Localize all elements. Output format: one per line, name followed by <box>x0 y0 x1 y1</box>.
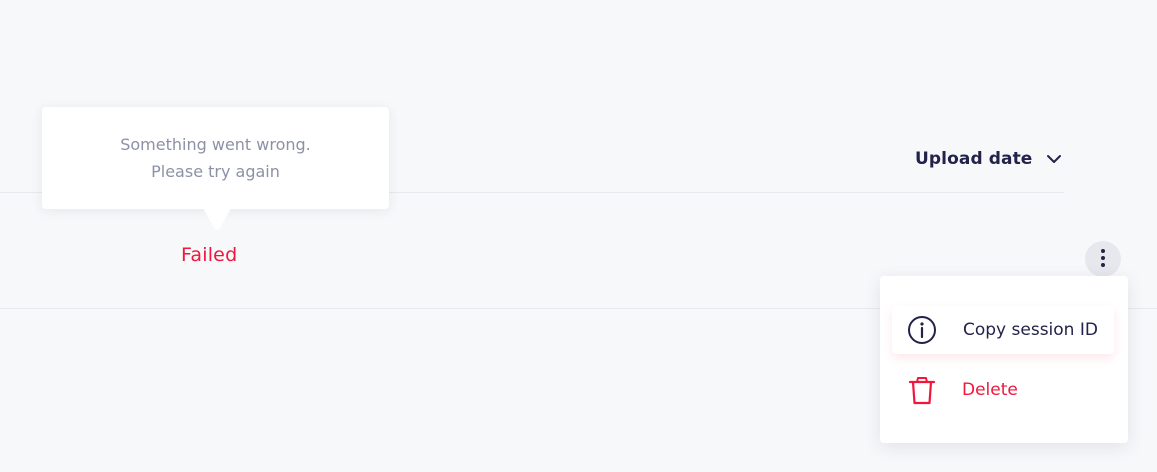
row-actions-menu: Copy session ID Delete <box>880 276 1128 443</box>
tooltip-message-line-2: Please try again <box>151 162 280 181</box>
status-failed-label[interactable]: Failed <box>181 244 237 266</box>
tooltip-arrow <box>203 208 231 230</box>
kebab-menu-icon <box>1101 249 1105 267</box>
delete-label: Delete <box>962 380 1018 400</box>
chevron-down-icon <box>1047 155 1062 163</box>
row-actions-button[interactable] <box>1085 241 1121 277</box>
delete-menu-item[interactable]: Delete <box>892 366 1114 414</box>
error-tooltip: Something went wrong. Please try again <box>42 107 389 230</box>
sort-label: Upload date <box>915 149 1033 169</box>
sort-by-upload-date-button[interactable]: Upload date <box>915 149 1063 169</box>
trash-icon <box>908 377 936 405</box>
info-circle-icon <box>908 316 936 344</box>
copy-session-id-menu-item[interactable]: Copy session ID <box>892 306 1114 354</box>
copy-session-id-label: Copy session ID <box>963 320 1098 340</box>
tooltip-message-line-1: Something went wrong. <box>120 135 311 154</box>
